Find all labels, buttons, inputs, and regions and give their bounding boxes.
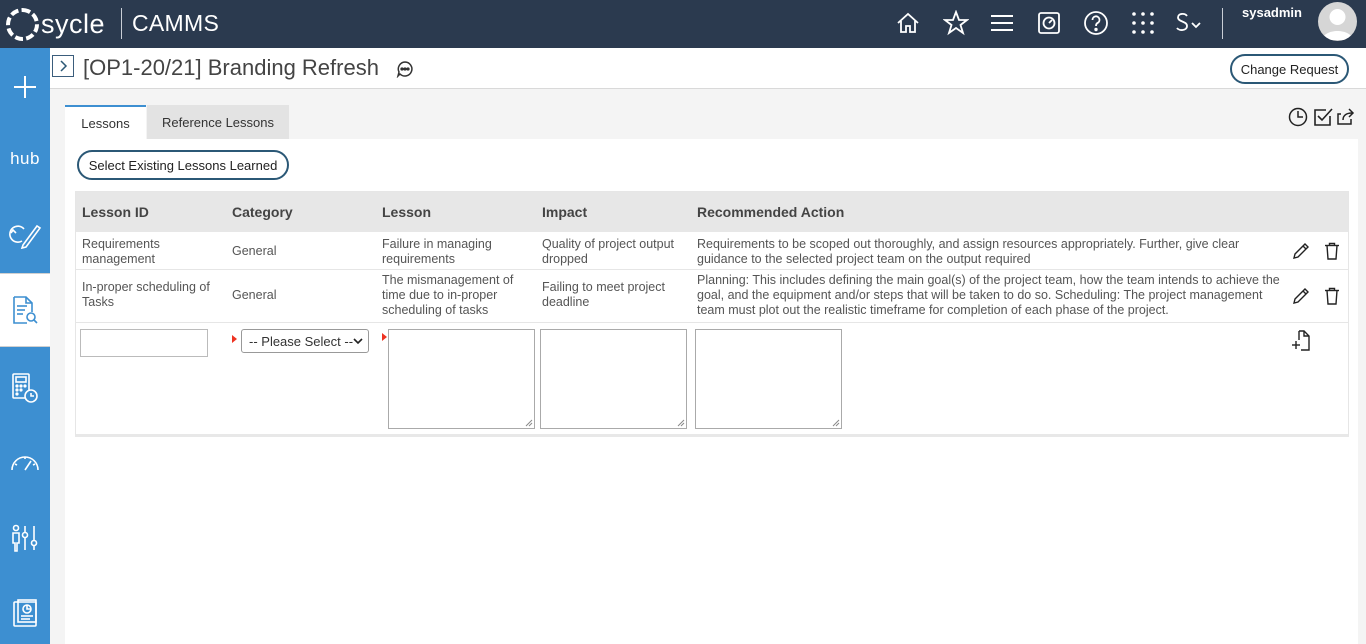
chevron-right-icon	[60, 60, 68, 72]
resize-grip-icon[interactable]	[832, 419, 840, 427]
comment-icon[interactable]	[396, 60, 414, 83]
switch-user-icon[interactable]	[1174, 8, 1204, 38]
report-icon	[13, 599, 37, 627]
apps-grid-icon[interactable]	[1128, 8, 1158, 38]
document-search-icon	[13, 296, 38, 324]
top-bar: sycle CAMMS sysadmin	[0, 0, 1366, 48]
cell-recommended-action: Requirements to be scoped out thoroughly…	[697, 237, 1240, 266]
column-header-lesson-id[interactable]: Lesson ID	[82, 204, 149, 220]
select-existing-lessons-button[interactable]: Select Existing Lessons Learned	[77, 150, 289, 180]
logo-divider	[121, 8, 122, 39]
tab-lessons[interactable]: Lessons	[65, 105, 146, 139]
sidebar-item-reports[interactable]	[0, 576, 50, 644]
cell-recommended-action: Planning: This includes defining the mai…	[697, 273, 1280, 317]
gauge-icon[interactable]	[1034, 8, 1064, 38]
cycle-edit-icon	[9, 224, 42, 249]
lessons-table: Lesson ID Category Lesson Impact Recomme…	[75, 191, 1349, 437]
column-header-recommended-action[interactable]: Recommended Action	[697, 204, 844, 220]
page-header: [OP1-20/21] Branding Refresh Change Requ…	[50, 48, 1366, 89]
sidebar-item-cycle-edit[interactable]	[0, 198, 50, 272]
menu-icon[interactable]	[987, 8, 1017, 38]
sycle-logo[interactable]: sycle	[6, 6, 105, 42]
logo-ring-icon	[6, 7, 39, 41]
page-title: [OP1-20/21] Branding Refresh	[83, 55, 379, 80]
cell-lesson: Failure in managing requirements	[382, 237, 492, 266]
lesson-textarea[interactable]	[388, 329, 535, 429]
cell-category: General	[232, 288, 277, 302]
column-header-impact[interactable]: Impact	[542, 204, 587, 220]
sidebar-item-add[interactable]	[0, 50, 50, 124]
expand-sidebar-button[interactable]	[52, 55, 74, 77]
sidebar-item-resources[interactable]	[0, 501, 50, 575]
sidebar-item-lessons[interactable]	[0, 273, 50, 347]
logo-text: sycle	[41, 8, 106, 39]
add-document-icon[interactable]	[1290, 329, 1312, 353]
share-icon[interactable]	[1335, 106, 1357, 128]
calculator-clock-icon	[12, 373, 38, 403]
cell-impact: Quality of project output dropped	[542, 237, 675, 266]
recommended-action-textarea[interactable]	[695, 329, 842, 429]
required-marker-lesson	[382, 333, 387, 341]
sidebar: hub	[0, 48, 50, 644]
home-icon[interactable]	[893, 8, 923, 38]
cell-lesson-id: Requirements management	[82, 237, 160, 266]
topbar-divider	[1222, 8, 1223, 39]
cell-lesson-id: In-proper scheduling of Tasks	[82, 280, 210, 309]
cell-impact: Failing to meet project deadline	[542, 280, 665, 309]
tab-reference-lessons[interactable]: Reference Lessons	[147, 105, 289, 139]
content-area: Lessons Reference Lessons Select Existin…	[50, 89, 1366, 644]
plus-icon	[14, 76, 36, 98]
delete-icon[interactable]	[1322, 286, 1342, 306]
column-header-category[interactable]: Category	[232, 204, 293, 220]
sidebar-item-financials[interactable]	[0, 351, 50, 425]
lessons-panel: Select Existing Lessons Learned Lesson I…	[65, 139, 1358, 644]
new-lesson-row: -- Please Select --	[76, 323, 1348, 435]
lesson-id-input[interactable]	[80, 329, 208, 357]
username[interactable]: sysadmin	[1242, 5, 1302, 20]
speedometer-icon	[11, 456, 39, 471]
help-icon[interactable]	[1081, 8, 1111, 38]
edit-icon[interactable]	[1291, 241, 1311, 261]
chevron-down-icon	[353, 338, 363, 345]
sidebar-item-performance[interactable]	[0, 426, 50, 500]
table-header: Lesson ID Category Lesson Impact Recomme…	[76, 192, 1348, 232]
category-select-value: -- Please Select --	[249, 333, 354, 349]
cell-lesson: The mismanagement of time due to in-prop…	[382, 273, 514, 317]
history-icon[interactable]	[1287, 106, 1309, 128]
resize-grip-icon[interactable]	[677, 419, 685, 427]
category-select[interactable]: -- Please Select --	[241, 329, 369, 353]
checkbox-icon[interactable]	[1312, 106, 1334, 128]
change-request-button[interactable]: Change Request	[1230, 54, 1349, 84]
delete-icon[interactable]	[1322, 241, 1342, 261]
app-name: CAMMS	[132, 10, 220, 36]
avatar[interactable]	[1318, 2, 1357, 41]
impact-textarea[interactable]	[540, 329, 687, 429]
resources-icon	[12, 524, 38, 552]
hub-icon: hub	[10, 149, 40, 168]
star-icon[interactable]	[941, 8, 971, 38]
cell-category: General	[232, 244, 277, 258]
required-marker-category	[232, 335, 237, 343]
edit-icon[interactable]	[1291, 286, 1311, 306]
table-row: In-proper scheduling of Tasks General Th…	[76, 270, 1348, 323]
table-row: Requirements management General Failure …	[76, 232, 1348, 270]
column-header-lesson[interactable]: Lesson	[382, 204, 431, 220]
resize-grip-icon[interactable]	[525, 419, 533, 427]
sidebar-item-hub[interactable]: hub	[0, 122, 50, 196]
